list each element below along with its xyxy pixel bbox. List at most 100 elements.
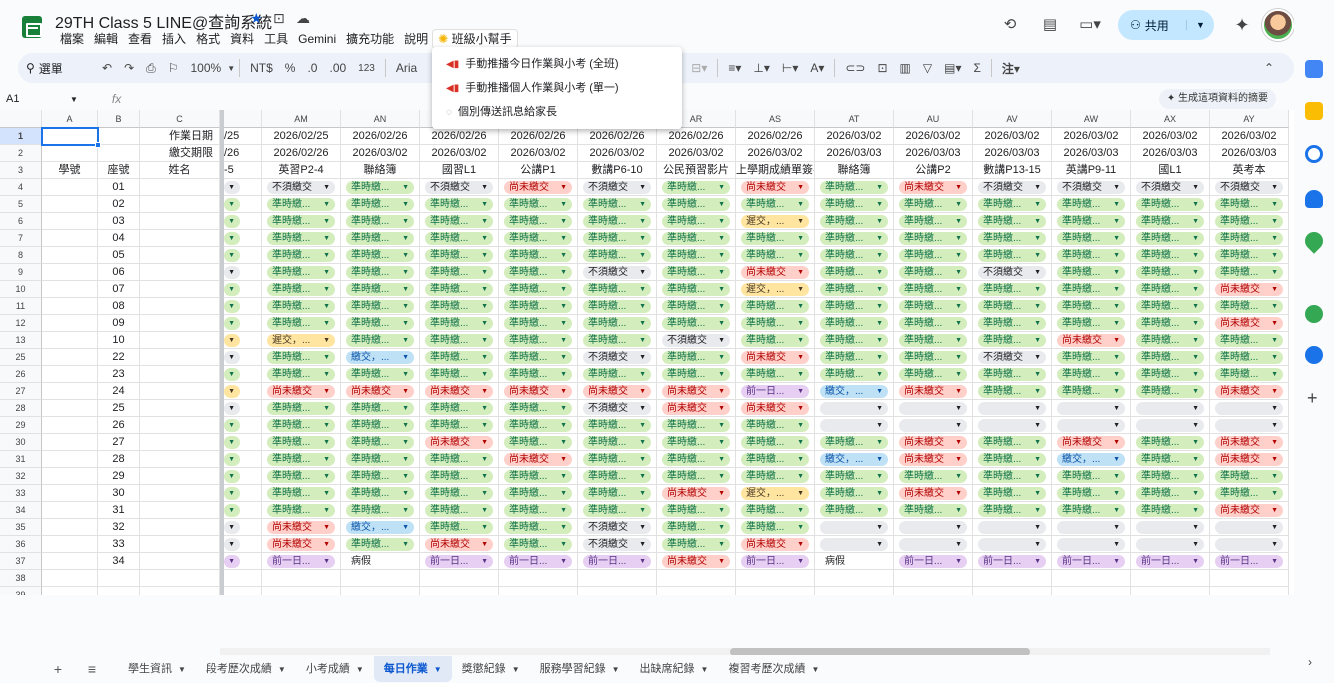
- sheet-tab-menu-icon[interactable]: ▼: [178, 665, 186, 674]
- status-chip[interactable]: 尚未繳交 ▼: [1215, 504, 1283, 517]
- status-chip[interactable]: 準時繳... ▼: [820, 215, 888, 228]
- status-chip[interactable]: 準時繳... ▼: [267, 402, 335, 415]
- cell[interactable]: ▼: [1131, 400, 1210, 417]
- cell[interactable]: [42, 468, 98, 485]
- number-format-button[interactable]: 123: [352, 63, 381, 74]
- paint-format-icon[interactable]: ⚐: [162, 61, 185, 75]
- cell[interactable]: 準時繳... ▼: [578, 332, 657, 349]
- cell[interactable]: 準時繳... ▼: [1131, 196, 1210, 213]
- cell[interactable]: ▼: [224, 196, 262, 213]
- cell[interactable]: [140, 468, 220, 485]
- status-chip[interactable]: 準時繳... ▼: [504, 538, 572, 551]
- cell[interactable]: [894, 587, 973, 595]
- cell[interactable]: 準時繳... ▼: [657, 519, 736, 536]
- collapse-toolbar-icon[interactable]: ⌃: [1258, 61, 1280, 75]
- tasks-icon[interactable]: [1305, 145, 1323, 163]
- cell[interactable]: 準時繳... ▼: [420, 451, 499, 468]
- menu-class-helper[interactable]: ✺ 班級小幫手: [433, 30, 517, 48]
- cell[interactable]: 準時繳... ▼: [657, 247, 736, 264]
- status-chip[interactable]: ▼: [1136, 538, 1204, 551]
- cell[interactable]: ▼: [1052, 519, 1131, 536]
- cell[interactable]: ▼: [224, 417, 262, 434]
- row-header[interactable]: 27: [0, 383, 42, 400]
- cell[interactable]: 準時繳... ▼: [499, 417, 578, 434]
- status-chip[interactable]: 準時繳... ▼: [1215, 351, 1283, 364]
- cell[interactable]: 尚未繳交 ▼: [894, 383, 973, 400]
- filter-views-icon[interactable]: ▤▾: [938, 61, 967, 75]
- status-chip[interactable]: 尚未繳交 ▼: [425, 385, 493, 398]
- status-chip[interactable]: 準時繳... ▼: [583, 283, 651, 296]
- cell[interactable]: [42, 587, 98, 595]
- select-all-corner[interactable]: [0, 110, 42, 128]
- status-chip[interactable]: 準時繳... ▼: [1136, 283, 1204, 296]
- cell[interactable]: 不須繳交 ▼: [1210, 179, 1289, 196]
- status-chip[interactable]: ▼: [1215, 538, 1283, 551]
- cell[interactable]: 準時繳... ▼: [1052, 281, 1131, 298]
- assign-date-cell[interactable]: 2026/02/26: [341, 128, 420, 145]
- cell[interactable]: 尚未繳交 ▼: [1052, 434, 1131, 451]
- status-chip[interactable]: 準時繳... ▼: [662, 351, 730, 364]
- status-chip[interactable]: 尚未繳交 ▼: [741, 181, 809, 194]
- seat-number[interactable]: 25: [98, 400, 140, 417]
- status-chip[interactable]: 準時繳... ▼: [978, 215, 1046, 228]
- cell[interactable]: 前一日... ▼: [420, 553, 499, 570]
- status-chip[interactable]: 準時繳... ▼: [978, 436, 1046, 449]
- cell[interactable]: 準時繳... ▼: [262, 213, 341, 230]
- cell[interactable]: ▼: [224, 315, 262, 332]
- cell[interactable]: 尚未繳交 ▼: [894, 451, 973, 468]
- status-chip[interactable]: ▼: [224, 436, 240, 449]
- comment-icon[interactable]: ▤: [1036, 11, 1064, 39]
- cell[interactable]: ▼: [1131, 417, 1210, 434]
- cell[interactable]: [420, 587, 499, 595]
- cell[interactable]: 不須繳交 ▼: [578, 536, 657, 553]
- cell[interactable]: 遲交，... ▼: [736, 281, 815, 298]
- cell[interactable]: 準時繳... ▼: [815, 179, 894, 196]
- cell[interactable]: 準時繳... ▼: [1131, 451, 1210, 468]
- cell[interactable]: 尚未繳交 ▼: [499, 383, 578, 400]
- assign-date-cell[interactable]: 2026/03/02: [815, 128, 894, 145]
- status-chip[interactable]: ▼: [224, 181, 240, 194]
- status-chip[interactable]: 準時繳... ▼: [820, 351, 888, 364]
- cell[interactable]: 準時繳... ▼: [657, 264, 736, 281]
- status-chip[interactable]: 準時繳... ▼: [504, 419, 572, 432]
- row-header[interactable]: 26: [0, 366, 42, 383]
- status-chip[interactable]: 準時繳... ▼: [1136, 334, 1204, 347]
- assignment-title-cell[interactable]: 數講P13-15: [973, 162, 1052, 179]
- status-chip[interactable]: 準時繳... ▼: [504, 317, 572, 330]
- cell[interactable]: ▼: [224, 349, 262, 366]
- assign-date-cell[interactable]: 2026/02/26: [578, 128, 657, 145]
- get-addons-icon[interactable]: +: [1307, 388, 1318, 409]
- cell[interactable]: ▼: [224, 332, 262, 349]
- cell[interactable]: ▼: [224, 281, 262, 298]
- cell[interactable]: 準時繳... ▼: [894, 468, 973, 485]
- name-box-dropdown-icon[interactable]: ▼: [70, 95, 78, 104]
- cell[interactable]: [657, 587, 736, 595]
- cell[interactable]: [42, 553, 98, 570]
- cell[interactable]: 準時繳... ▼: [1131, 366, 1210, 383]
- cell[interactable]: [499, 587, 578, 595]
- cell[interactable]: [578, 570, 657, 587]
- cell[interactable]: 準時繳... ▼: [815, 196, 894, 213]
- status-chip[interactable]: 準時繳... ▼: [820, 181, 888, 194]
- cell[interactable]: 尚未繳交 ▼: [262, 536, 341, 553]
- status-chip[interactable]: 準時繳... ▼: [1215, 198, 1283, 211]
- status-chip[interactable]: 準時繳... ▼: [267, 215, 335, 228]
- status-chip[interactable]: 準時繳... ▼: [978, 317, 1046, 330]
- status-chip[interactable]: 尚未繳交 ▼: [425, 538, 493, 551]
- cell[interactable]: 準時繳... ▼: [815, 502, 894, 519]
- assignment-title-cell[interactable]: 英考本: [1210, 162, 1289, 179]
- status-chip[interactable]: 準時繳... ▼: [741, 232, 809, 245]
- row-header[interactable]: 30: [0, 434, 42, 451]
- cell[interactable]: 準時繳... ▼: [262, 264, 341, 281]
- status-chip[interactable]: 準時繳... ▼: [583, 487, 651, 500]
- status-chip[interactable]: 準時繳... ▼: [662, 470, 730, 483]
- cell[interactable]: 準時繳... ▼: [420, 417, 499, 434]
- status-chip[interactable]: 前一日... ▼: [583, 555, 651, 568]
- cell[interactable]: 準時繳... ▼: [736, 502, 815, 519]
- cell[interactable]: 準時繳... ▼: [499, 536, 578, 553]
- currency-format-button[interactable]: NT$: [244, 61, 279, 75]
- status-chip[interactable]: 準時繳... ▼: [741, 300, 809, 313]
- row-header[interactable]: 33: [0, 485, 42, 502]
- cell[interactable]: [42, 264, 98, 281]
- assignment-title-cell[interactable]: 公講P2: [894, 162, 973, 179]
